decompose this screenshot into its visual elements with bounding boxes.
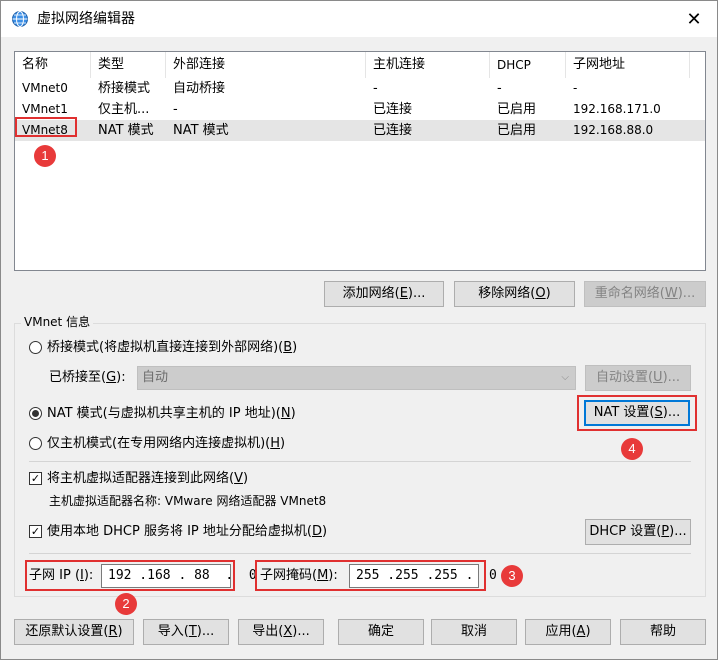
bridged-to-label: 已桥接至(G): (49, 370, 126, 385)
column-header-name[interactable]: 名称 (15, 52, 91, 78)
connect-adapter-label[interactable]: 将主机虚拟适配器连接到此网络(V) (47, 470, 248, 488)
bridge-mode-radio[interactable] (29, 341, 42, 354)
cell-dhcp: 已启用 (497, 123, 537, 138)
add-network-button[interactable]: 添加网络(E)... (324, 281, 444, 307)
import-button[interactable]: 导入(T)... (143, 619, 229, 645)
rename-network-button[interactable]: 重命名网络(W)... (584, 281, 706, 307)
window-title: 虚拟网络编辑器 (37, 11, 135, 27)
cell-host: 已连接 (373, 123, 413, 138)
auto-settings-button[interactable]: 自动设置(U)... (585, 365, 691, 391)
table-row[interactable]: VMnet0 桥接模式 自动桥接 - - - (15, 78, 705, 99)
network-list-header: 名称 类型 外部连接 主机连接 DHCP 子网地址 (15, 52, 705, 78)
cell-subnet: - (573, 81, 578, 95)
cancel-button[interactable]: 取消 (431, 619, 517, 645)
annotation-box-subnet-ip (25, 560, 235, 591)
chevron-down-icon: ⌵ (561, 372, 569, 383)
network-list[interactable]: 名称 类型 外部连接 主机连接 DHCP 子网地址 VMnet0 桥接模式 自动… (14, 51, 706, 271)
table-row[interactable]: VMnet1 仅主机... - 已连接 已启用 192.168.171.0 (15, 99, 705, 120)
dhcp-settings-button[interactable]: DHCP 设置(P)... (585, 519, 691, 545)
divider (29, 553, 691, 554)
column-header-type[interactable]: 类型 (91, 52, 166, 78)
remove-network-button[interactable]: 移除网络(O) (454, 281, 575, 307)
cell-external: - (173, 102, 178, 117)
table-row-selected[interactable]: VMnet8 NAT 模式 NAT 模式 已连接 已启用 192.168.88.… (15, 120, 705, 141)
cell-type: NAT 模式 (98, 123, 154, 138)
cell-external: 自动桥接 (173, 81, 226, 96)
column-header-external[interactable]: 外部连接 (166, 52, 366, 78)
annotation-box-nat-settings (577, 395, 697, 431)
cell-host: - (373, 81, 378, 96)
cell-subnet: 192.168.171.0 (573, 102, 661, 116)
bridge-mode-label[interactable]: 桥接模式(将虚拟机直接连接到外部网络)(B) (47, 339, 297, 357)
close-button[interactable]: ✕ (671, 1, 717, 37)
annotation-marker-3: 3 (501, 565, 523, 587)
adapter-name-label: 主机虚拟适配器名称: VMware 网络适配器 VMnet8 (49, 494, 327, 508)
use-dhcp-label[interactable]: 使用本地 DHCP 服务将 IP 地址分配给虚拟机(D) (47, 523, 327, 541)
annotation-marker-1: 1 (34, 145, 56, 167)
annotation-box-subnet-mask (255, 560, 486, 591)
annotation-box-vmnet8 (15, 117, 77, 137)
annotation-marker-2: 2 (115, 593, 137, 615)
checkmark-icon: ✓ (30, 525, 41, 538)
connect-adapter-checkbox[interactable]: ✓ (29, 472, 42, 485)
cell-subnet: 192.168.88.0 (573, 123, 654, 137)
nat-mode-radio[interactable] (29, 407, 42, 420)
bridged-to-value: 自动 (142, 370, 169, 385)
export-button[interactable]: 导出(X)... (238, 619, 324, 645)
column-header-host[interactable]: 主机连接 (366, 52, 490, 78)
vmnet-info-group-title: VMnet 信息 (21, 314, 94, 330)
cell-type: 桥接模式 (98, 81, 151, 96)
virtual-network-editor-window: 虚拟网络编辑器 ✕ 名称 类型 外部连接 主机连接 DHCP 子网地址 VMne… (0, 0, 718, 660)
cell-dhcp: - (497, 81, 502, 96)
help-button[interactable]: 帮助 (620, 619, 706, 645)
cell-name: VMnet0 (22, 81, 68, 95)
restore-defaults-button[interactable]: 还原默认设置(R) (14, 619, 134, 645)
cell-host: 已连接 (373, 102, 413, 117)
use-dhcp-checkbox[interactable]: ✓ (29, 525, 42, 538)
divider (29, 461, 691, 462)
cell-dhcp: 已启用 (497, 102, 537, 117)
close-icon: ✕ (686, 8, 702, 30)
nat-mode-label[interactable]: NAT 模式(与虚拟机共享主机的 IP 地址)(N) (47, 405, 296, 423)
title-bar[interactable]: 虚拟网络编辑器 ✕ (1, 1, 717, 37)
network-globe-icon (12, 11, 28, 27)
checkmark-icon: ✓ (30, 472, 41, 485)
ok-button[interactable]: 确定 (338, 619, 424, 645)
cell-external: NAT 模式 (173, 123, 229, 138)
column-header-subnet[interactable]: 子网地址 (566, 52, 690, 78)
bridged-to-select[interactable]: 自动 ⌵ (137, 366, 576, 390)
apply-button[interactable]: 应用(A) (525, 619, 611, 645)
cell-type: 仅主机... (98, 102, 150, 117)
host-only-mode-label[interactable]: 仅主机模式(在专用网络内连接虚拟机)(H) (47, 435, 285, 453)
column-header-dhcp[interactable]: DHCP (490, 52, 566, 78)
annotation-marker-4: 4 (621, 438, 643, 460)
host-only-mode-radio[interactable] (29, 437, 42, 450)
